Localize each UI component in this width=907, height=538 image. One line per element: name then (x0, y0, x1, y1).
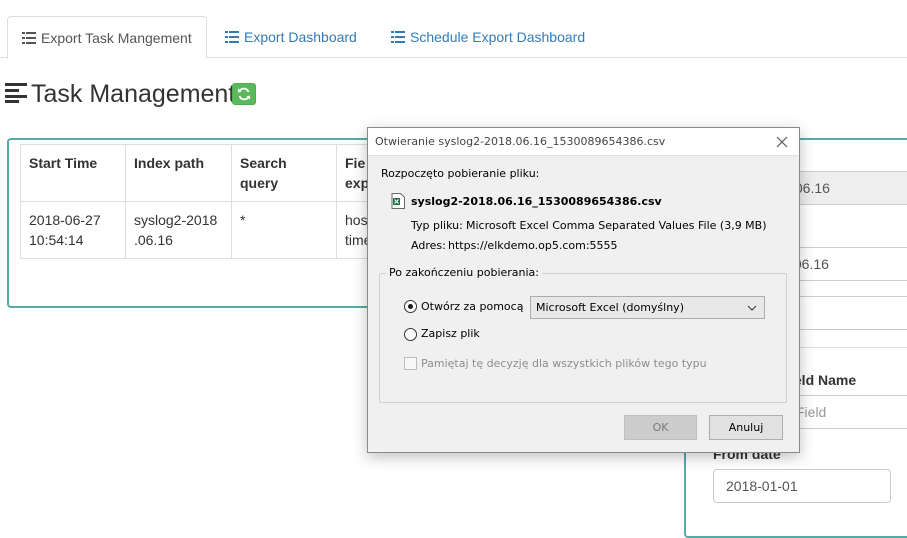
file-name: syslog2-2018.06.16_1530089654386.csv (411, 195, 662, 208)
open-with-app-value: Microsoft Excel (domyślny) (536, 301, 684, 314)
search-query-input[interactable] (790, 296, 907, 330)
cell-search-query: * (231, 201, 337, 259)
close-icon (776, 136, 788, 148)
table-row: 2018-06-27 10:54:14 syslog2-2018.06.16 * … (20, 201, 381, 259)
field-name-input[interactable]: Field (790, 395, 907, 429)
tab-bar: Export Task Mangement Export Dashboard S… (0, 0, 907, 59)
page-title-text: Task Management (31, 80, 236, 108)
refresh-icon (238, 87, 250, 101)
cell-index-path: syslog2-2018.06.16 (125, 201, 232, 259)
download-dialog: Otwieranie syslog2-2018.06.16_1530089654… (367, 127, 800, 453)
tab-label: Schedule Export Dashboard (410, 29, 586, 45)
list-icon (391, 31, 405, 43)
file-type-label: Typ pliku: (411, 219, 463, 232)
dialog-title: Otwieranie syslog2-2018.06.16_1530089654… (375, 135, 666, 148)
dialog-title-bar[interactable]: Otwieranie syslog2-2018.06.16_1530089654… (368, 128, 799, 156)
excel-file-icon (391, 193, 405, 209)
remember-checkbox[interactable] (404, 357, 417, 370)
tab-schedule-export-dashboard[interactable]: Schedule Export Dashboard (377, 16, 599, 58)
after-download-legend: Po zakończeniu pobierania: (386, 266, 543, 279)
refresh-button[interactable] (232, 83, 256, 105)
header-search-query: Search query (231, 144, 337, 202)
chevron-down-icon (747, 297, 759, 318)
address-label: Adres: (411, 239, 446, 252)
cell-start-time: 2018-06-27 10:54:14 (20, 201, 126, 259)
address-value: https://elkdemo.op5.com:5555 (448, 239, 618, 252)
from-date-input[interactable]: 2018-01-01 (713, 469, 891, 503)
tab-export-task-management[interactable]: Export Task Mangement (7, 16, 207, 59)
header-index-path: Index path (125, 144, 232, 202)
dialog-intro: Rozpoczęto pobieranie pliku: (381, 167, 540, 180)
form-divider (790, 347, 907, 348)
close-button[interactable] (772, 132, 792, 152)
page-title: Task Management (5, 78, 235, 110)
tab-label: Export Task Mangement (41, 30, 192, 46)
open-with-label[interactable]: Otwórz za pomocą (421, 300, 523, 313)
index-input[interactable]: .06.16 (790, 247, 907, 281)
open-with-app-select[interactable]: Microsoft Excel (domyślny) (530, 296, 765, 319)
remember-label: Pamiętaj tę decyzję dla wszystkich plikó… (421, 357, 707, 370)
cancel-button[interactable]: Anuluj (709, 415, 783, 440)
header-start-time: Start Time (20, 144, 126, 202)
tab-export-dashboard[interactable]: Export Dashboard (211, 16, 371, 58)
ok-button[interactable]: OK (624, 415, 697, 440)
save-file-radio[interactable] (404, 328, 417, 341)
save-file-label[interactable]: Zapisz plik (421, 327, 480, 340)
open-with-radio[interactable] (404, 300, 417, 313)
list-icon (225, 31, 239, 43)
align-left-icon (5, 79, 29, 103)
file-type-value: Microsoft Excel Comma Separated Values F… (466, 219, 767, 232)
list-icon (22, 32, 36, 44)
tab-label: Export Dashboard (244, 29, 357, 45)
task-table: Start Time Index path Search query Fie exp… (20, 144, 381, 259)
table-header-row: Start Time Index path Search query Fie exp (20, 144, 381, 202)
index-path-input[interactable]: .06.16 (790, 171, 907, 205)
